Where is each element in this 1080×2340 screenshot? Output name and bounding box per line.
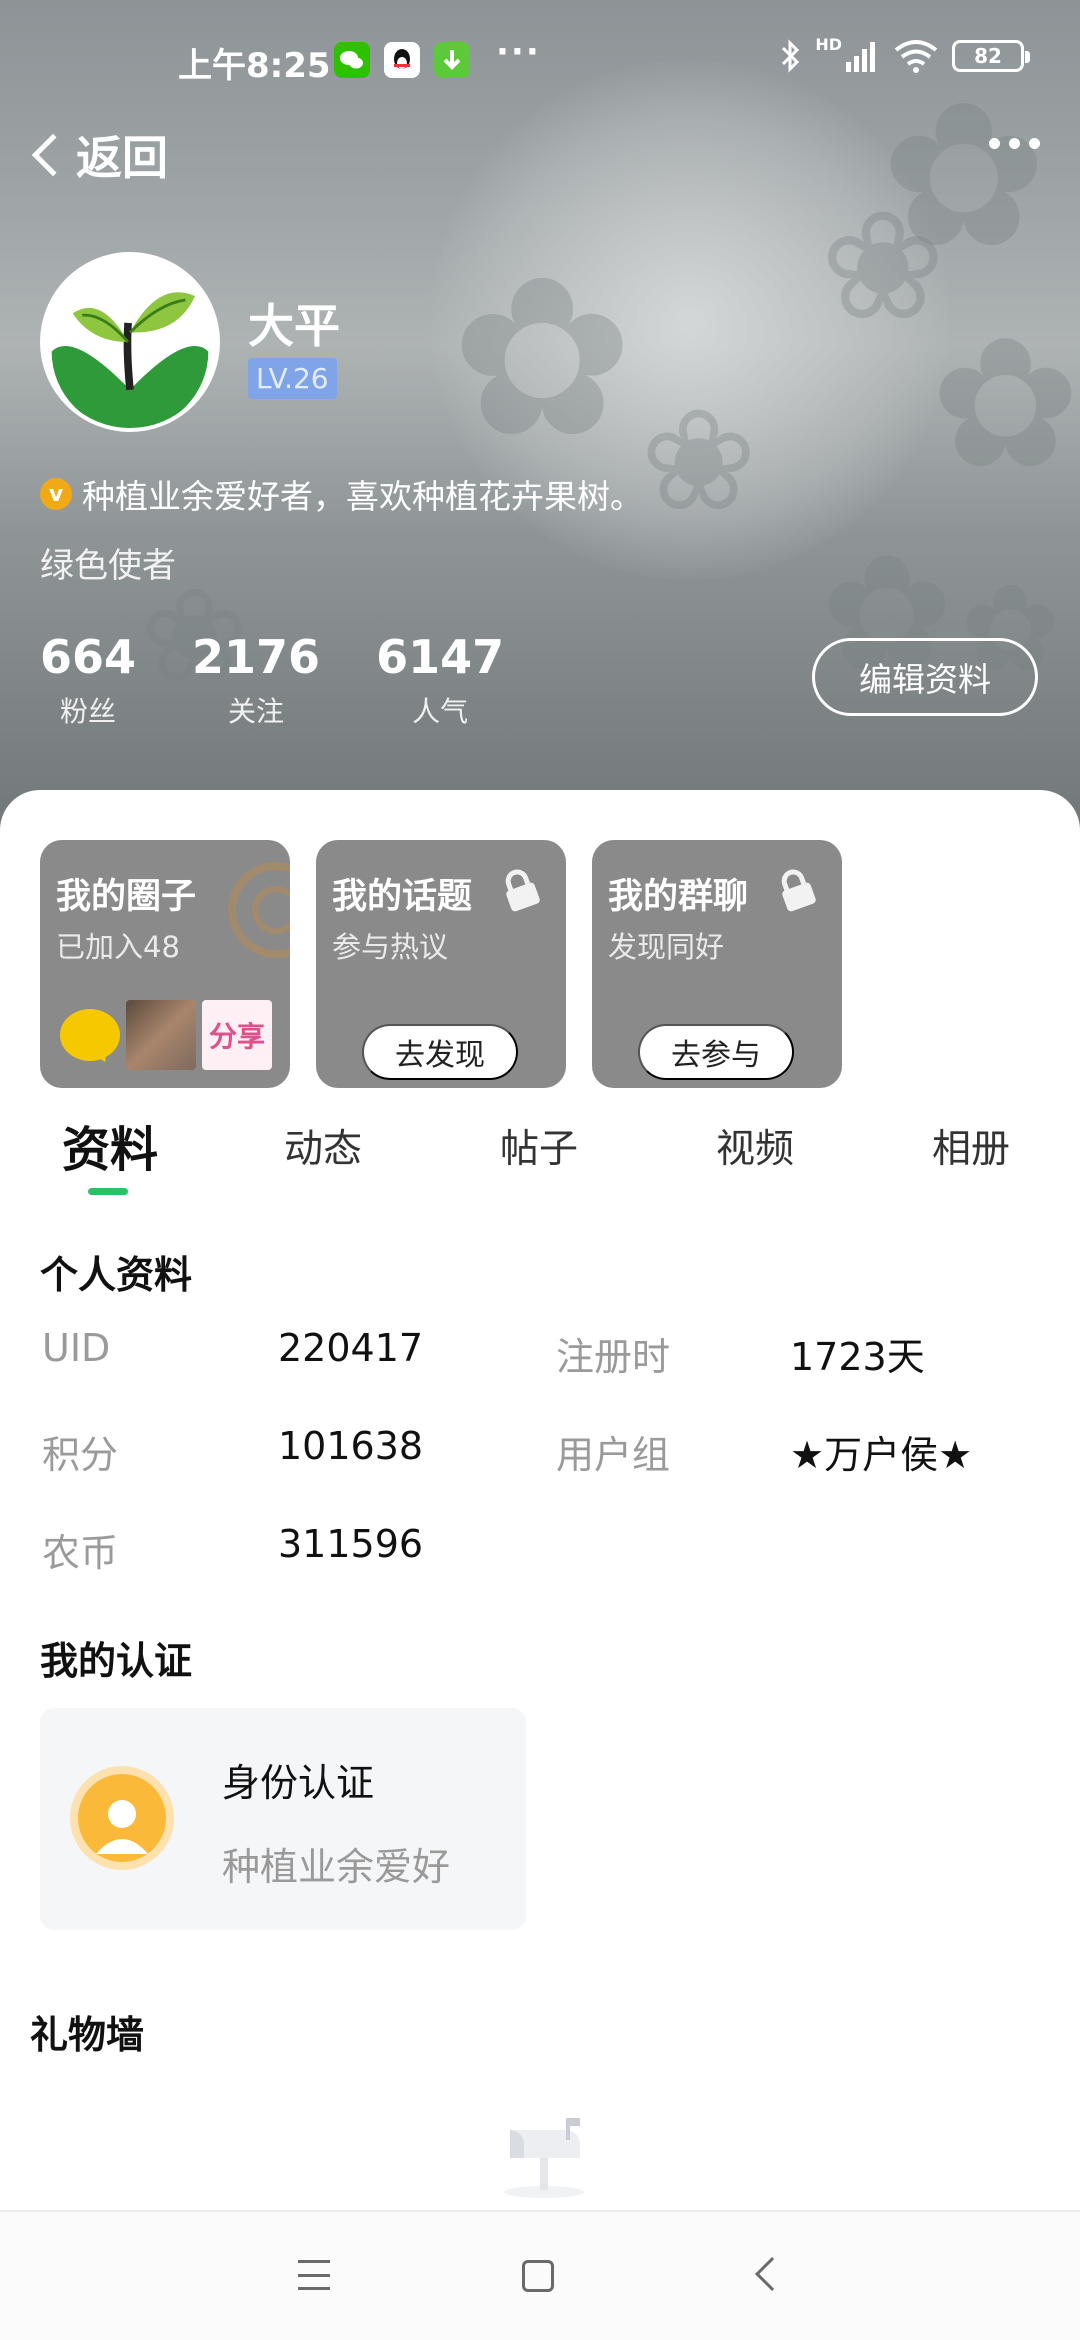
- stat-label: 关注: [228, 695, 285, 728]
- stat-label: 人气: [412, 695, 469, 728]
- back-label: 返回: [76, 131, 168, 185]
- back-button[interactable]: 返回: [26, 122, 168, 188]
- info-label-registered: 注册时: [556, 1335, 671, 1379]
- empty-mailbox-icon: [504, 2118, 584, 2198]
- edit-profile-button[interactable]: 编辑资料: [812, 638, 1038, 716]
- card-subtitle: 参与热议: [332, 930, 449, 964]
- wifi-icon: [894, 40, 938, 73]
- section-title-certification: 我的认证: [40, 1639, 193, 1683]
- card-title: 我的圈子: [56, 877, 197, 917]
- chevron-left-icon: [31, 133, 75, 177]
- info-label-user-group: 用户组: [556, 1433, 671, 1477]
- level-badge: LV.26: [248, 358, 337, 399]
- sprout-logo-icon: [44, 256, 216, 428]
- chat-bubble-icon: [60, 1009, 120, 1061]
- tab-activity[interactable]: 动态: [284, 1118, 362, 1174]
- back-icon[interactable]: [755, 2257, 789, 2291]
- share-thumbnail: 分享: [202, 1000, 272, 1070]
- status-bar: 上午8:25 ··· HD 82: [0, 30, 1080, 94]
- info-value-coins: 311596: [278, 1522, 424, 1566]
- discover-button[interactable]: 去发现: [362, 1024, 518, 1080]
- stat-value: 664: [40, 630, 137, 684]
- network-label: HD: [815, 34, 842, 54]
- certification-title: 身份认证: [222, 1761, 375, 1805]
- stats-row: 664 粉丝 2176 关注 6147 人气: [40, 630, 560, 730]
- battery-level: 82: [974, 44, 1002, 68]
- card-my-circles[interactable]: 我的圈子 已加入48 分享: [40, 840, 290, 1088]
- qq-icon: [384, 42, 420, 78]
- bird-thumbnail: [126, 1000, 196, 1070]
- status-time: 上午8:25: [178, 46, 331, 86]
- home-icon[interactable]: [522, 2260, 554, 2292]
- section-title-personal-info: 个人资料: [40, 1253, 193, 1297]
- info-label-uid: UID: [42, 1326, 111, 1370]
- signature-row: v 种植业余爱好者，喜欢种植花卉果树。: [40, 470, 643, 518]
- stat-label: 粉丝: [60, 695, 117, 728]
- stat-value: 6147: [376, 630, 505, 684]
- card-title: 我的话题: [332, 877, 473, 917]
- profile-tabs: 资料 动态 帖子 视频 相册: [0, 1110, 1080, 1200]
- circle-thumbnails: 分享: [60, 1000, 272, 1070]
- tab-videos[interactable]: 视频: [716, 1118, 794, 1174]
- signal-icon: [846, 42, 875, 72]
- card-title: 我的群聊: [608, 877, 749, 917]
- info-label-coins: 农币: [42, 1531, 119, 1575]
- info-value-user-group: ★万户侯★: [790, 1433, 973, 1477]
- flower-pattern-icon: ✿: [930, 300, 1080, 509]
- info-value-registered: 1723天: [790, 1335, 925, 1379]
- certification-subtitle: 种植业余爱好: [222, 1845, 451, 1889]
- active-tab-indicator: [88, 1188, 128, 1195]
- flower-pattern-icon: ❀: [640, 380, 758, 543]
- more-notifications-icon: ···: [496, 32, 541, 72]
- nickname: 大平: [248, 299, 340, 353]
- tab-profile-info[interactable]: 资料: [62, 1110, 158, 1180]
- card-subtitle: 已加入48: [56, 930, 180, 964]
- certification-card[interactable]: 身份认证 种植业余爱好: [40, 1708, 526, 1930]
- more-dots-icon[interactable]: [989, 138, 1040, 149]
- system-navigation-bar: [0, 2210, 1080, 2340]
- card-my-groups[interactable]: 我的群聊 发现同好 去参与: [592, 840, 842, 1088]
- stat-popularity[interactable]: 6147 人气: [376, 630, 504, 730]
- lock-icon: [781, 869, 816, 912]
- tab-posts[interactable]: 帖子: [500, 1118, 578, 1174]
- feature-cards: 我的圈子 已加入48 分享 我的话题 参与热议 去发现 我的群聊 发现同好 去参…: [40, 840, 842, 1088]
- tab-albums[interactable]: 相册: [932, 1118, 1010, 1174]
- signature: 种植业余爱好者，喜欢种植花卉果树。: [82, 477, 643, 516]
- join-button[interactable]: 去参与: [638, 1024, 794, 1080]
- avatar[interactable]: [40, 252, 220, 432]
- user-title: 绿色使者: [40, 546, 176, 586]
- lock-icon: [505, 869, 540, 912]
- menu-icon[interactable]: [298, 2260, 330, 2290]
- user-avatar-icon: [70, 1766, 174, 1870]
- info-value-uid: 220417: [278, 1326, 424, 1370]
- verified-badge-icon: v: [40, 478, 72, 510]
- card-subtitle: 发现同好: [608, 930, 725, 964]
- flower-pattern-icon: ✿: [450, 230, 635, 486]
- stat-fans[interactable]: 664 粉丝: [40, 630, 136, 730]
- wechat-icon: [334, 42, 370, 78]
- card-my-topics[interactable]: 我的话题 参与热议 去发现: [316, 840, 566, 1088]
- stat-value: 2176: [192, 630, 321, 684]
- download-icon: [434, 42, 470, 78]
- battery-icon: 82: [952, 40, 1030, 72]
- section-title-gift-wall: 礼物墙: [30, 2013, 145, 2057]
- stat-following[interactable]: 2176 关注: [192, 630, 320, 730]
- info-label-points: 积分: [42, 1433, 119, 1477]
- info-value-points: 101638: [278, 1424, 424, 1468]
- bluetooth-icon: [782, 39, 800, 73]
- flower-pattern-icon: ❀: [820, 180, 946, 354]
- status-right-group: HD 82: [779, 34, 1030, 74]
